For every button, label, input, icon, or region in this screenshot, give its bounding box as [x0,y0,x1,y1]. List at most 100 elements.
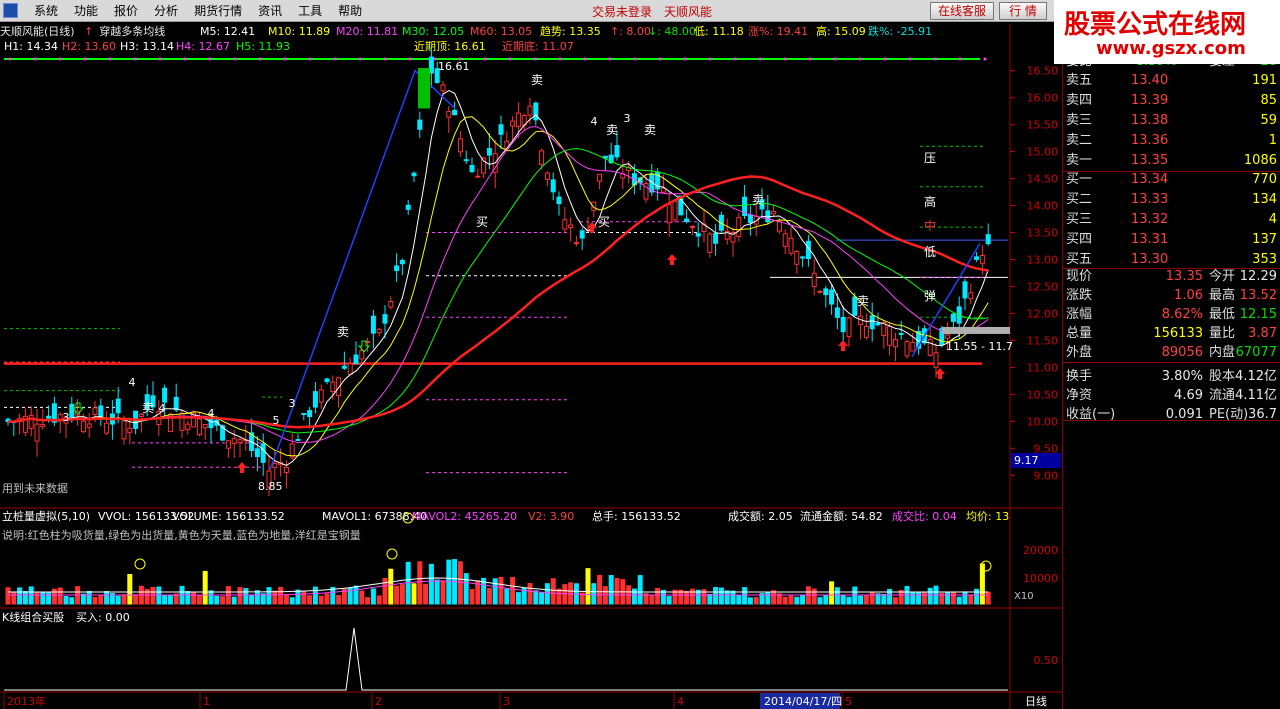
candle-body-60 [353,354,359,365]
signal-label-6: 卖 [142,401,154,415]
top-line-dot-2 [58,57,62,61]
candle-body-75 [440,84,446,92]
x-label-3: 3 [503,695,510,708]
candle-body-57 [336,377,342,397]
candle-body-155 [904,341,910,357]
candle-body-77 [452,109,458,116]
stat-value-2b: 12.15 [1239,307,1277,322]
sell-vol-0: 191 [1252,73,1277,88]
volume-bar-112 [655,587,661,605]
candle-body-98 [573,242,579,245]
stat-label-3a: 总量 [1066,326,1093,341]
top-line-dot-26 [658,57,662,61]
candle-body-118 [689,225,695,228]
top-line-dot-4 [108,57,112,61]
volume-bars-group [5,559,991,605]
volume-bar-16 [98,594,104,605]
candle-body-96 [562,219,568,230]
top-line-dot-7 [183,57,187,61]
candle-body-121 [707,233,713,253]
signal-label-7: 买 [476,215,488,229]
candle-body-167 [974,256,980,260]
candle-body-58 [341,365,347,369]
quote-button[interactable]: 行 情 [999,2,1047,20]
candle-body-165 [962,281,968,299]
volume-bar-62 [365,597,371,605]
stat-label-6b: 流通 [1209,388,1236,403]
top-line-dot-22 [558,57,562,61]
stat-label-1b: 最高 [1209,288,1236,303]
sell-price-3: 13.36 [1131,133,1169,148]
top-line-dot-30 [758,57,762,61]
volume-bar-26 [156,586,162,605]
volume-bar-47 [278,586,284,605]
top-line-dot-9 [233,57,237,61]
candle-body-144 [840,316,846,333]
trend-blue-line [269,69,456,471]
volume-bar-163 [950,591,956,605]
volume-bar-100 [585,568,591,605]
online-service-button[interactable]: 在线客服 [930,2,994,20]
menu-item-1[interactable]: 功能 [66,3,106,19]
candle-body-67 [394,265,400,271]
candle-body-40 [237,439,243,444]
volume-bar-37 [220,596,226,605]
volume-bar-75 [440,580,446,605]
count-label-5: 3 [289,397,296,410]
top-line-dot-31 [783,57,787,61]
volume-bar-43 [254,590,260,605]
volume-bar-6 [40,592,46,605]
menu-item-5[interactable]: 资讯 [250,3,290,19]
top-line-dot-39 [983,57,987,61]
menu-item-7[interactable]: 帮助 [330,3,370,19]
top-line-dot-16 [408,57,412,61]
volume-bar-2 [17,587,23,605]
stat-value-3b: 3.87 [1248,326,1277,341]
top-line-dot-3 [83,57,87,61]
candle-body-163 [950,313,956,322]
price-tick-label-2: 15.50 [1027,119,1059,132]
top-line-dot-6 [158,57,162,61]
menu-item-0[interactable]: 系统 [26,3,66,19]
top-line-dot-12 [308,57,312,61]
price-tick-label-13: 10.00 [1027,415,1059,428]
menu-item-2[interactable]: 报价 [106,3,146,19]
volume-bar-108 [631,588,637,605]
volume-bar-78 [457,561,463,605]
candle-body-38 [225,440,231,449]
candle-body-105 [614,145,620,158]
menu-item-6[interactable]: 工具 [290,3,330,19]
candle-body-20 [121,420,127,440]
volume-bar-165 [962,591,968,605]
candle-body-14 [86,423,92,428]
volume-bar-167 [974,588,980,605]
candle-body-169 [985,234,991,245]
candle-body-80 [469,164,475,173]
candle-body-59 [347,363,353,375]
volume-bar-128 [747,597,753,605]
volume-bar-64 [376,595,382,605]
volume-bar-32 [191,591,197,605]
volume-item-3: MAVOL2: 45265.20 [412,510,517,523]
candle-body-143 [834,307,840,318]
menu-item-4[interactable]: 期货行情 [186,3,250,19]
menu-item-3[interactable]: 分析 [146,3,186,19]
volume-bar-87 [510,576,516,605]
volume-bar-91 [533,590,539,605]
volume-bar-54 [318,595,324,605]
sell-label-3: 卖二 [1066,133,1093,148]
chart-area[interactable]: 16.50 16.00 15.50 15.00 14.50 14.00 13.50 13.00… [0,24,1062,709]
candle-body-13 [80,420,86,433]
candle-body-65 [382,314,388,324]
stat-row-4: 外盘 89056 内盘 67077 [1063,343,1280,362]
sell-vol-1: 85 [1260,93,1277,108]
ma60-line [7,175,989,429]
candle-body-122 [713,232,719,244]
volume-bar-72 [423,583,429,605]
candle-body-31 [185,423,191,431]
login-status[interactable]: 交易未登录 [592,3,652,20]
volume-bar-129 [753,597,759,605]
volume-bar-144 [840,595,846,605]
buy-row-0: 买一 13.34 770 [1063,170,1280,189]
stat-value-3a: 156133 [1153,326,1203,341]
